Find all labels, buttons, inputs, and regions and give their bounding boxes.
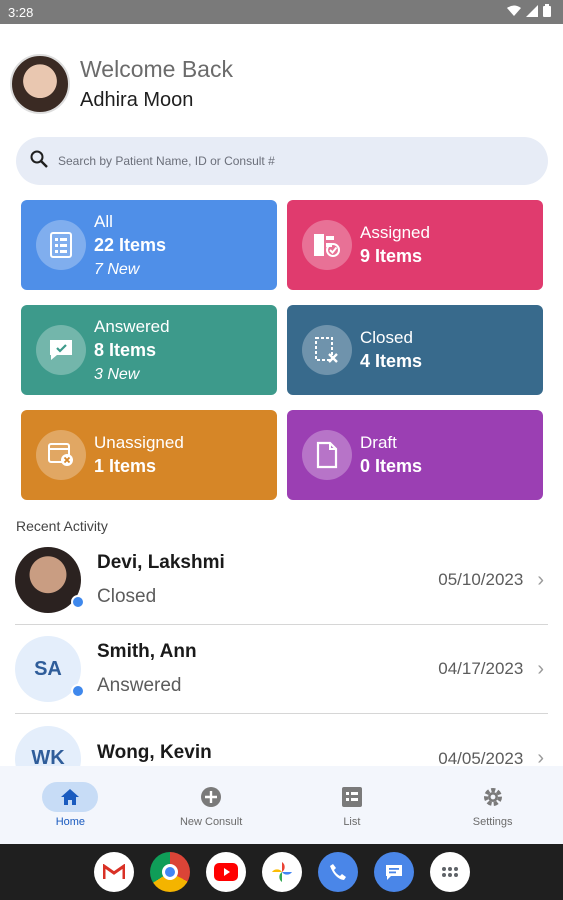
tile-title: Draft xyxy=(360,433,397,452)
patient-avatar xyxy=(15,547,85,613)
chevron-right-icon: › xyxy=(537,568,544,591)
home-icon xyxy=(42,782,99,812)
search-icon[interactable] xyxy=(30,150,48,173)
welcome-greeting: Welcome Back xyxy=(80,56,233,82)
system-dock xyxy=(0,844,563,900)
patient-avatar: SA xyxy=(15,636,85,702)
status-dot-icon xyxy=(71,684,85,698)
tile-title: Unassigned xyxy=(94,433,184,452)
tile-count: 0 Items xyxy=(360,456,423,476)
status-dot-icon xyxy=(71,595,85,609)
nav-home[interactable]: Home xyxy=(15,782,125,828)
list-item[interactable]: SA Smith, Ann Answered 04/17/2023 › xyxy=(15,625,548,714)
search-input[interactable] xyxy=(58,154,518,168)
tile-new-count: 3 New xyxy=(94,365,140,383)
patient-initials: SA xyxy=(34,657,62,680)
tile-all[interactable]: All 22 Items 7 New xyxy=(21,200,277,290)
consult-status: Closed xyxy=(97,586,157,607)
patient-name: Devi, Lakshmi xyxy=(97,552,225,573)
nav-label: Home xyxy=(55,816,86,828)
tile-title: Assigned xyxy=(360,223,430,242)
search-bar[interactable] xyxy=(16,137,548,185)
signal-icon xyxy=(526,4,538,20)
patient-name: Wong, Kevin xyxy=(97,741,212,763)
tile-count: 8 Items xyxy=(94,339,157,360)
wifi-icon xyxy=(507,5,521,20)
tile-title: All xyxy=(94,211,113,231)
consult-date: 05/10/2023 xyxy=(438,570,524,589)
tile-title: Answered xyxy=(94,316,170,336)
tile-answered[interactable]: Answered 8 Items 3 New xyxy=(21,305,277,395)
messages-icon[interactable] xyxy=(373,852,414,892)
unassigned-window-icon xyxy=(36,430,86,480)
welcome-header: Welcome Back Adhira Moon xyxy=(10,54,233,114)
list-item[interactable]: Devi, Lakshmi Closed 05/10/2023 › xyxy=(15,536,548,625)
status-bar: 3:28 xyxy=(0,0,563,24)
apps-icon[interactable] xyxy=(429,852,470,892)
user-avatar[interactable] xyxy=(10,54,70,114)
phone-icon[interactable] xyxy=(317,852,358,892)
user-name: Adhira Moon xyxy=(80,89,194,111)
consult-category-tiles: All 22 Items 7 New Assigned 9 Items Answ… xyxy=(21,200,543,500)
tile-count: 9 Items xyxy=(360,246,423,266)
assigned-check-icon xyxy=(302,220,352,270)
chrome-icon[interactable] xyxy=(149,852,190,892)
tile-closed[interactable]: Closed 4 Items xyxy=(287,305,543,395)
tile-unassigned[interactable]: Unassigned 1 Items xyxy=(21,410,277,500)
gmail-icon[interactable] xyxy=(93,852,134,892)
draft-document-icon xyxy=(302,430,352,480)
tile-assigned[interactable]: Assigned 9 Items xyxy=(287,200,543,290)
tile-draft[interactable]: Draft 0 Items xyxy=(287,410,543,500)
nav-label: List xyxy=(343,816,361,828)
tile-new-count: 7 New xyxy=(94,260,140,278)
closed-document-icon xyxy=(302,325,352,375)
gear-icon xyxy=(465,782,521,812)
answered-message-icon xyxy=(36,325,86,375)
status-time: 3:28 xyxy=(8,4,34,20)
nav-label: New Consult xyxy=(179,816,243,828)
bottom-navigation: Home New Consult List Settings xyxy=(0,766,563,844)
battery-icon xyxy=(543,4,551,20)
list-icon xyxy=(324,782,380,812)
add-circle-icon xyxy=(183,782,239,812)
tile-title: Closed xyxy=(360,328,413,347)
recent-activity-list: Devi, Lakshmi Closed 05/10/2023 › SA Smi… xyxy=(15,536,548,803)
consult-status: Answered xyxy=(97,675,182,696)
tile-count: 1 Items xyxy=(94,456,157,476)
patient-name: Smith, Ann xyxy=(97,641,197,662)
nav-label: Settings xyxy=(472,816,513,828)
document-list-icon xyxy=(36,220,86,270)
tile-count: 22 Items xyxy=(94,234,167,255)
nav-settings[interactable]: Settings xyxy=(438,782,548,828)
chevron-right-icon: › xyxy=(537,657,544,680)
tile-count: 4 Items xyxy=(360,351,423,371)
photos-icon[interactable] xyxy=(261,852,302,892)
nav-new-consult[interactable]: New Consult xyxy=(156,782,266,828)
consult-date: 04/17/2023 xyxy=(438,659,524,678)
recent-activity-heading: Recent Activity xyxy=(16,518,108,534)
nav-list[interactable]: List xyxy=(297,782,407,828)
youtube-icon[interactable] xyxy=(205,852,246,892)
